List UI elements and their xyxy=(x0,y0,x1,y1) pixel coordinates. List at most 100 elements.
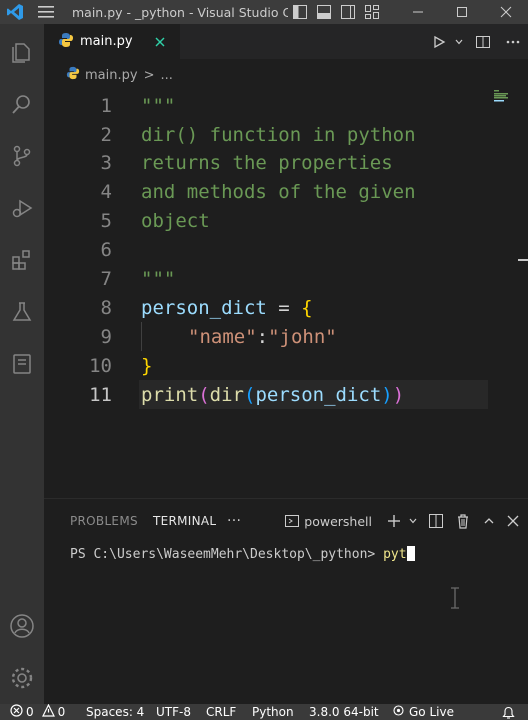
split-terminal-icon[interactable] xyxy=(422,499,450,543)
encoding-status[interactable]: UTF-8 xyxy=(156,704,191,720)
paren: ( xyxy=(198,383,210,406)
identifier: person_dict xyxy=(255,383,382,406)
remote-explorer-icon[interactable] xyxy=(0,342,44,386)
source-control-icon[interactable] xyxy=(0,134,44,178)
line-text: object xyxy=(141,209,210,232)
code-line: 10 } xyxy=(44,351,528,380)
code-editor[interactable]: 1 """ 2 dir() function in python 3 retur… xyxy=(44,88,528,498)
panel-more-tabs[interactable]: ··· xyxy=(227,513,241,529)
bottom-panel: PROBLEMS TERMINAL ··· powershell PS C:\U… xyxy=(44,498,528,704)
terminal-output[interactable]: PS C:\Users\WaseemMehr\Desktop\_python> … xyxy=(70,546,415,562)
paren: ) xyxy=(392,383,405,406)
operator: = xyxy=(266,296,302,319)
function-name: print xyxy=(141,383,199,406)
more-actions-icon[interactable] xyxy=(498,24,528,59)
line-number: 11 xyxy=(89,383,112,406)
code-line: 7 """ xyxy=(44,264,528,293)
extensions-icon[interactable] xyxy=(0,238,44,282)
eol-status[interactable]: CRLF xyxy=(206,704,236,720)
account-icon[interactable] xyxy=(0,604,44,648)
code-line: 2 dir() function in python xyxy=(44,120,528,149)
terminal-dropdown-chevron-icon[interactable] xyxy=(404,499,422,543)
notifications-bell-icon[interactable] xyxy=(502,704,515,720)
toggle-primary-sidebar-icon[interactable] xyxy=(290,2,310,22)
kill-terminal-trash-icon[interactable] xyxy=(450,499,476,543)
minimize-icon[interactable] xyxy=(396,0,440,24)
breadcrumb-file[interactable]: main.py xyxy=(85,68,138,83)
tab-terminal[interactable]: TERMINAL xyxy=(153,514,216,528)
mouse-ibeam-cursor-icon xyxy=(450,587,460,609)
terminal-shell-icon xyxy=(284,499,300,543)
dict-key: "name" xyxy=(188,325,257,348)
search-icon[interactable] xyxy=(0,82,44,126)
breadcrumb: main.py > ... xyxy=(44,64,173,86)
files-icon[interactable] xyxy=(0,30,44,74)
toggle-secondary-sidebar-icon[interactable] xyxy=(338,2,358,22)
line-text: """ xyxy=(141,267,176,290)
breadcrumb-symbols[interactable]: ... xyxy=(160,68,172,83)
terminal-prompt: PS C:\Users\WaseemMehr\Desktop\_python> xyxy=(70,547,384,562)
terminal-cursor xyxy=(406,546,415,561)
toggle-panel-icon[interactable] xyxy=(314,2,334,22)
title-bar: main.py - _python - Visual Studio C... xyxy=(0,0,528,24)
activity-bar xyxy=(0,24,44,704)
line-number: 9 xyxy=(100,325,112,348)
testing-icon[interactable] xyxy=(0,290,44,334)
go-live-status[interactable]: Go Live xyxy=(392,704,454,720)
maximize-icon[interactable] xyxy=(440,0,484,24)
brace: { xyxy=(301,296,313,319)
window-title: main.py - _python - Visual Studio C... xyxy=(72,4,288,20)
line-number: 7 xyxy=(100,267,112,290)
problems-status[interactable]: 0 0 xyxy=(10,703,65,720)
close-window-icon[interactable] xyxy=(484,0,528,24)
terminal-shell-name[interactable]: powershell xyxy=(304,499,372,543)
customize-layout-icon[interactable] xyxy=(362,2,382,22)
line-number: 8 xyxy=(100,296,112,319)
status-bar: 0 0 Spaces: 4 UTF-8 CRLF Python 3.8.0 64… xyxy=(0,703,528,720)
close-panel-icon[interactable] xyxy=(502,499,524,543)
error-icon xyxy=(10,704,23,720)
settings-gear-icon[interactable] xyxy=(0,656,44,700)
code-line: 6 xyxy=(44,235,528,264)
run-dropdown-chevron-icon[interactable] xyxy=(450,24,468,59)
split-editor-icon[interactable] xyxy=(468,24,498,59)
line-number: 1 xyxy=(100,94,112,117)
colon: : xyxy=(256,325,269,348)
line-number: 2 xyxy=(100,123,112,146)
language-mode-status[interactable]: Python xyxy=(252,704,294,720)
identifier: person_dict xyxy=(141,296,267,319)
run-debug-icon[interactable] xyxy=(0,186,44,230)
line-text: returns the properties xyxy=(141,151,393,174)
hamburger-menu-icon[interactable] xyxy=(30,0,62,24)
paren: ( xyxy=(243,383,256,406)
python-file-icon xyxy=(58,32,74,52)
tab-problems[interactable]: PROBLEMS xyxy=(70,514,138,528)
code-line: 5 object xyxy=(44,206,528,235)
tab-main-py[interactable]: main.py xyxy=(44,24,180,59)
line-number: 6 xyxy=(100,238,112,261)
scrollbar-cursor-marker xyxy=(518,259,528,261)
line-text: dir() function in python xyxy=(141,123,416,146)
code-line: 8 person_dict = { xyxy=(44,293,528,322)
minimap[interactable] xyxy=(494,88,514,102)
line-text: } xyxy=(141,354,153,377)
code-line: 4 and methods of the given xyxy=(44,177,528,206)
maximize-panel-chevron-up-icon[interactable] xyxy=(476,499,502,543)
breadcrumb-python-icon xyxy=(66,66,80,84)
line-text: """ xyxy=(141,94,176,117)
paren: ) xyxy=(381,383,393,406)
new-terminal-icon[interactable] xyxy=(384,499,404,543)
line-text: and methods of the given xyxy=(141,180,416,203)
dict-value: "john" xyxy=(268,325,337,348)
warning-icon xyxy=(41,703,55,720)
go-live-label: Go Live xyxy=(409,705,454,719)
indentation-status[interactable]: Spaces: 4 xyxy=(86,704,144,720)
function-name: dir xyxy=(209,383,244,406)
run-python-file-icon[interactable] xyxy=(428,24,450,59)
tab-label: main.py xyxy=(80,34,133,49)
line-text: print(dir(person_dict)) xyxy=(141,384,404,406)
close-tab-icon[interactable] xyxy=(152,34,168,50)
code-line: 1 """ xyxy=(44,91,528,120)
python-interpreter-status[interactable]: 3.8.0 64-bit xyxy=(309,704,379,720)
breadcrumb-separator: > xyxy=(143,67,155,83)
